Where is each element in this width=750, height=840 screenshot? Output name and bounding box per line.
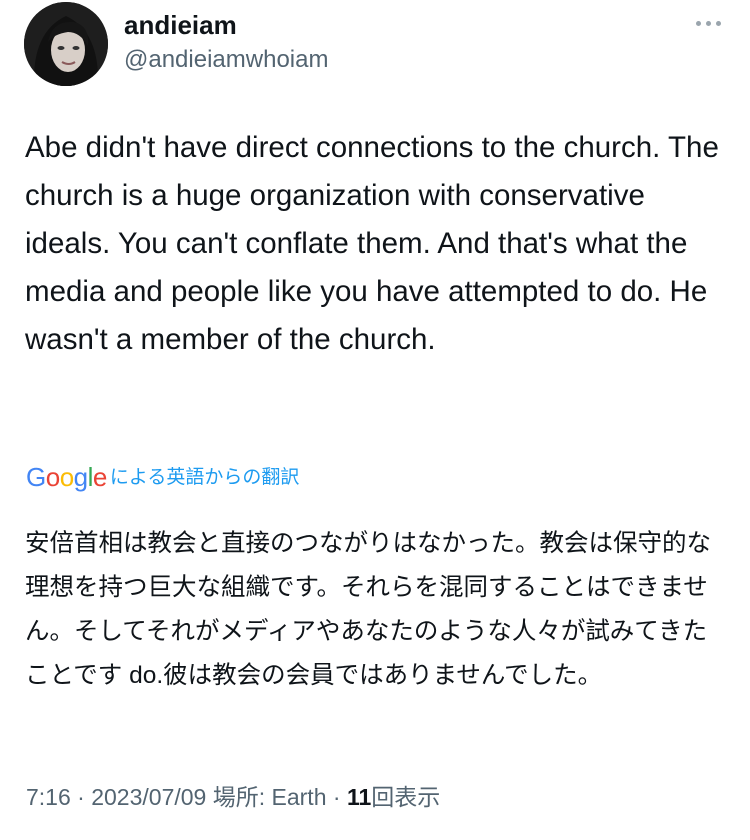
- google-logo-letter: o: [59, 462, 74, 492]
- translation-attribution: Google による英語からの翻訳: [26, 462, 299, 492]
- views-count: 11: [346, 784, 372, 810]
- author-handle[interactable]: @andieiamwhoiam: [124, 46, 328, 74]
- translated-text: 安倍首相は教会と直接のつながりはなかった。教会は保守的な理想を持つ巨大な組織です…: [25, 530, 711, 689]
- google-logo-letter: o: [45, 462, 60, 492]
- more-options-button[interactable]: [688, 8, 728, 38]
- more-horizontal-icon: [705, 20, 711, 26]
- more-horizontal-icon: [715, 20, 721, 26]
- google-logo-letter: G: [26, 462, 46, 492]
- more-horizontal-icon: [695, 20, 701, 26]
- meta-separator: ·: [77, 784, 85, 810]
- avatar[interactable]: [24, 2, 108, 86]
- tweet-text: Abe didn't have direct connections to th…: [25, 131, 719, 356]
- location-value: Earth: [271, 784, 327, 810]
- location-label: 場所:: [212, 784, 266, 810]
- views-label: 回表示: [371, 784, 441, 810]
- author-display-name[interactable]: andieiam: [124, 10, 237, 41]
- meta-separator: ·: [332, 784, 341, 810]
- avatar-image: [24, 2, 108, 86]
- tweet-time[interactable]: 7:16: [26, 784, 71, 810]
- google-logo-letter: e: [92, 462, 107, 492]
- tweet-date[interactable]: 2023/07/09: [91, 784, 206, 810]
- google-logo: Google: [26, 462, 107, 492]
- google-logo-letter: g: [73, 462, 88, 492]
- tweet-meta: 7:16 · 2023/07/09 場所: Earth · 11回表示: [26, 778, 440, 812]
- translation-label[interactable]: による英語からの翻訳: [110, 464, 299, 492]
